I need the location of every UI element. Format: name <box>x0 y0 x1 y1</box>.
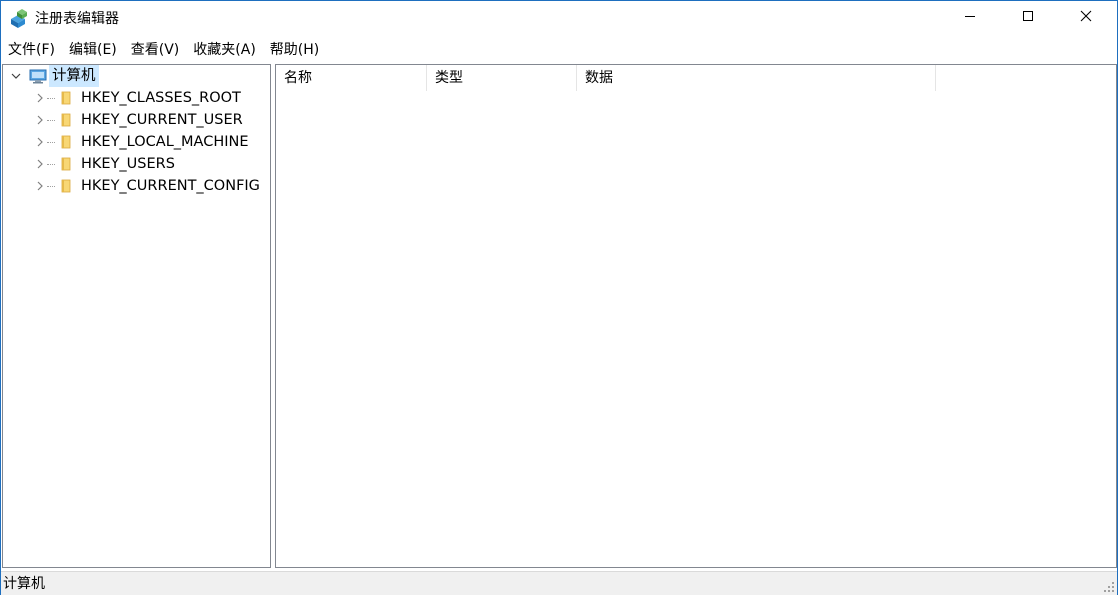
maximize-icon <box>1022 10 1034 26</box>
regedit-app-icon[interactable] <box>9 9 29 29</box>
tree-item-hku[interactable]: HKEY_USERS <box>33 153 175 175</box>
values-list[interactable]: 名称 类型 数据 <box>275 64 1117 568</box>
menu-bar: 文件(F) 编辑(E) 查看(V) 收藏夹(A) 帮助(H) <box>1 39 1117 61</box>
regedit-window: 注册表编辑器 文件(F) 编辑(E) 查看(V) 收藏夹(A) 帮助(H) 计算… <box>0 0 1118 595</box>
folder-icon <box>59 91 73 105</box>
tree-item-label[interactable]: HKEY_LOCAL_MACHINE <box>81 131 249 153</box>
column-header-data[interactable]: 数据 <box>577 65 936 91</box>
folder-icon <box>59 157 73 171</box>
tree-connector <box>47 185 55 187</box>
registry-tree[interactable]: 计算机 HKEY_CLASSES_ROOT HKEY_CURRENT_USER <box>2 64 271 568</box>
menu-view[interactable]: 查看(V) <box>124 39 187 61</box>
close-icon <box>1080 10 1092 26</box>
computer-icon <box>29 68 47 84</box>
tree-item-hkcu[interactable]: HKEY_CURRENT_USER <box>33 109 243 131</box>
menu-favorites[interactable]: 收藏夹(A) <box>186 39 263 61</box>
chevron-right-icon[interactable] <box>33 135 47 149</box>
maximize-button[interactable] <box>1005 1 1051 35</box>
menu-edit[interactable]: 编辑(E) <box>62 39 124 61</box>
chevron-right-icon[interactable] <box>33 157 47 171</box>
folder-icon <box>59 113 73 127</box>
folder-icon <box>59 179 73 193</box>
tree-root-label[interactable]: 计算机 <box>49 65 99 87</box>
tree-item-label[interactable]: HKEY_CURRENT_CONFIG <box>81 175 260 197</box>
chevron-right-icon[interactable] <box>33 113 47 127</box>
status-bar: 计算机 <box>1 571 1117 595</box>
minimize-icon <box>964 10 976 26</box>
chevron-right-icon[interactable] <box>33 179 47 193</box>
tree-item-hklm[interactable]: HKEY_LOCAL_MACHINE <box>33 131 249 153</box>
menu-file[interactable]: 文件(F) <box>1 39 62 61</box>
column-header-type[interactable]: 类型 <box>427 65 577 91</box>
tree-item-label[interactable]: HKEY_CLASSES_ROOT <box>81 87 241 109</box>
tree-connector <box>47 163 55 165</box>
resize-grip-icon[interactable] <box>1103 581 1115 593</box>
tree-item-label[interactable]: HKEY_USERS <box>81 153 175 175</box>
list-header: 名称 类型 数据 <box>276 65 936 91</box>
tree-connector <box>47 119 55 121</box>
tree-item-label[interactable]: HKEY_CURRENT_USER <box>81 109 243 131</box>
status-path: 计算机 <box>3 576 45 592</box>
title-bar[interactable]: 注册表编辑器 <box>1 1 1117 37</box>
chevron-right-icon[interactable] <box>33 91 47 105</box>
tree-item-hkcc[interactable]: HKEY_CURRENT_CONFIG <box>33 175 260 197</box>
close-button[interactable] <box>1063 1 1109 35</box>
menu-help[interactable]: 帮助(H) <box>263 39 326 61</box>
tree-connector <box>47 97 55 99</box>
tree-item-hkcr[interactable]: HKEY_CLASSES_ROOT <box>33 87 241 109</box>
minimize-button[interactable] <box>947 1 993 35</box>
tree-root-computer[interactable]: 计算机 <box>9 65 99 87</box>
window-title: 注册表编辑器 <box>35 11 119 27</box>
tree-connector <box>47 141 55 143</box>
folder-icon <box>59 135 73 149</box>
column-header-name[interactable]: 名称 <box>276 65 427 91</box>
chevron-down-icon[interactable] <box>9 69 23 83</box>
